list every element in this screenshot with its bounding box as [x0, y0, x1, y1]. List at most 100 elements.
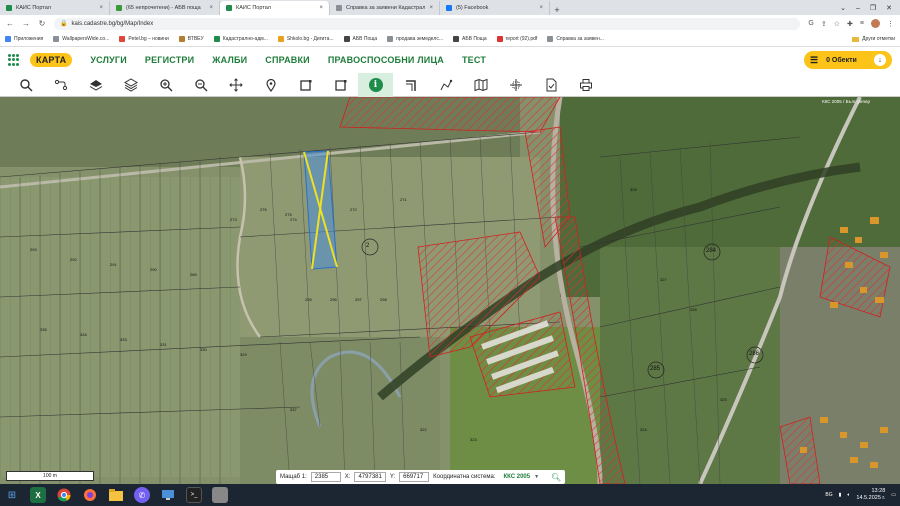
clock[interactable]: 13:28 14.5.2025 г.: [856, 488, 885, 502]
select-area-tool[interactable]: [323, 73, 358, 97]
url-field[interactable]: 🔒 kais.cadastre.bg/bg/Map/Index: [54, 17, 801, 30]
forward-icon[interactable]: →: [22, 19, 30, 28]
browser-tab[interactable]: Справка за заявени Кадастрал... ×: [330, 1, 440, 15]
bookmark-item[interactable]: продава земеделс...: [387, 36, 443, 42]
new-tab-button[interactable]: +: [550, 5, 564, 15]
bookmark-item[interactable]: АБВ Поща: [343, 36, 377, 42]
media-icon[interactable]: ≡: [860, 20, 864, 27]
firefox-icon[interactable]: [82, 487, 98, 503]
pin-tool[interactable]: [253, 73, 288, 97]
menu-icon[interactable]: ⋮: [887, 20, 894, 28]
map-canvas[interactable]: [0, 97, 900, 484]
measure-tool[interactable]: [428, 73, 463, 97]
chevron-down-icon[interactable]: ▼: [534, 474, 539, 480]
layers-tool[interactable]: [78, 73, 113, 97]
crosshair-tool[interactable]: [498, 73, 533, 97]
parcel-label: 271: [400, 197, 407, 202]
bookmark-item[interactable]: Приложения: [5, 36, 43, 42]
bookmark-icon: [343, 36, 350, 42]
bookmark-item[interactable]: WallpapersWide.co...: [53, 36, 109, 42]
chrome-icon[interactable]: [56, 487, 72, 503]
apps-grid-icon[interactable]: [8, 54, 20, 66]
bookmark-item[interactable]: АБВ Поща: [453, 36, 487, 42]
search-coords-icon[interactable]: 🔍︎: [551, 473, 561, 482]
select-rect-tool[interactable]: [288, 73, 323, 97]
map-tool[interactable]: [463, 73, 498, 97]
minimize-icon[interactable]: –: [856, 5, 860, 12]
bookmark-item[interactable]: Shkolo.bg - Дигита...: [277, 36, 334, 42]
nav-uslugi[interactable]: УСЛУГИ: [90, 55, 127, 65]
google-icon[interactable]: G: [808, 20, 813, 27]
browser-tab[interactable]: КАИС Портал ×: [0, 1, 110, 15]
route-tool[interactable]: [43, 73, 78, 97]
extension-icon[interactable]: ✚: [847, 20, 853, 28]
crs-select[interactable]: ККС 2005: [503, 474, 530, 480]
file-explorer-icon[interactable]: [108, 487, 124, 503]
viber-icon[interactable]: ✆: [134, 487, 150, 503]
corner-tool[interactable]: [393, 73, 428, 97]
document-tool[interactable]: [533, 73, 568, 97]
star-icon[interactable]: ☆: [834, 20, 840, 28]
close-icon[interactable]: ×: [539, 5, 543, 11]
windows-start-icon[interactable]: ⊞: [4, 487, 20, 503]
nav-registri[interactable]: РЕГИСТРИ: [145, 55, 194, 65]
browser-tab[interactable]: (65 непрочетени) - АБВ поща ×: [110, 1, 220, 15]
lock-icon[interactable]: 🔒: [60, 20, 67, 27]
close-icon[interactable]: ×: [209, 5, 213, 11]
print-tool[interactable]: [568, 73, 603, 97]
network-icon[interactable]: ▮: [839, 492, 842, 498]
other-bookmarks[interactable]: Други отметки: [852, 36, 895, 42]
reload-icon[interactable]: ↻: [38, 19, 46, 28]
corner-icon: [405, 79, 416, 91]
zoom-out-tool[interactable]: [183, 73, 218, 97]
close-icon[interactable]: ×: [319, 5, 323, 11]
excel-icon[interactable]: X: [30, 487, 46, 503]
nav-zhalbi[interactable]: ЖАЛБИ: [212, 55, 247, 65]
scale-input[interactable]: 2385: [310, 472, 341, 482]
close-icon[interactable]: ×: [99, 5, 103, 11]
y-coordinate: 669717: [399, 472, 430, 482]
share-icon[interactable]: ⇪: [821, 20, 827, 28]
document-favicon-icon: [336, 5, 342, 11]
tab-label: (5) Facebook: [456, 5, 489, 11]
pan-tool[interactable]: [218, 73, 253, 97]
bookmark-icon: [453, 36, 460, 42]
parcel-label: 334: [80, 332, 87, 337]
nav-spravki[interactable]: СПРАВКИ: [265, 55, 310, 65]
notifications-icon[interactable]: ▭: [891, 492, 896, 498]
hamburger-icon: ☰: [810, 54, 819, 65]
clock-date: 14.5.2025 г.: [856, 495, 886, 501]
remote-desktop-icon[interactable]: [160, 487, 176, 503]
nav-karta[interactable]: КАРТА: [30, 53, 73, 67]
bookmark-item[interactable]: Petel.bg – новини: [119, 36, 169, 42]
nav-pravosposobni-litsa[interactable]: ПРАВОСПОСОБНИ ЛИЦА: [328, 55, 444, 65]
bookmark-icon: [277, 36, 284, 42]
abv-favicon-icon: [116, 5, 122, 11]
bookmark-item[interactable]: report (92).pdf: [496, 36, 537, 42]
zoom-in-tool[interactable]: [148, 73, 183, 97]
nav-test[interactable]: ТЕСТ: [462, 55, 486, 65]
avatar[interactable]: [871, 19, 880, 28]
maximize-icon[interactable]: ❐: [870, 4, 876, 12]
media-player-icon[interactable]: [212, 487, 228, 503]
info-tool[interactable]: i: [358, 72, 393, 97]
bookmark-item[interactable]: Справка за заявен...: [547, 36, 604, 42]
back-icon[interactable]: ←: [6, 19, 14, 28]
plot-number-label: 286: [749, 351, 760, 357]
close-window-icon[interactable]: ✕: [886, 4, 892, 12]
close-icon[interactable]: ×: [429, 5, 433, 11]
volume-icon[interactable]: 🔈︎: [847, 492, 850, 498]
layers-stack-tool[interactable]: [113, 73, 148, 97]
browser-tab-active[interactable]: КАИС Портал ×: [220, 1, 330, 15]
arrow-down-icon: ↓: [874, 54, 886, 66]
search-tool[interactable]: [8, 73, 43, 97]
cadastral-map[interactable]: ККС 2005 / Бълг. репер 2 284 285 286 293…: [0, 97, 900, 484]
browser-tab[interactable]: (5) Facebook ×: [440, 1, 550, 15]
bookmark-item[interactable]: Кадастрално-адм...: [213, 36, 268, 42]
map-crs-note: ККС 2005 / Бълг. репер: [822, 99, 870, 104]
tab-search-icon[interactable]: ⌄: [840, 4, 846, 12]
terminal-icon[interactable]: >_: [186, 487, 202, 503]
language-indicator[interactable]: BG: [825, 492, 832, 498]
objects-button[interactable]: ☰ 0 Обекти ↓: [804, 51, 892, 69]
bookmark-item[interactable]: ВТВЕУ: [178, 36, 204, 42]
